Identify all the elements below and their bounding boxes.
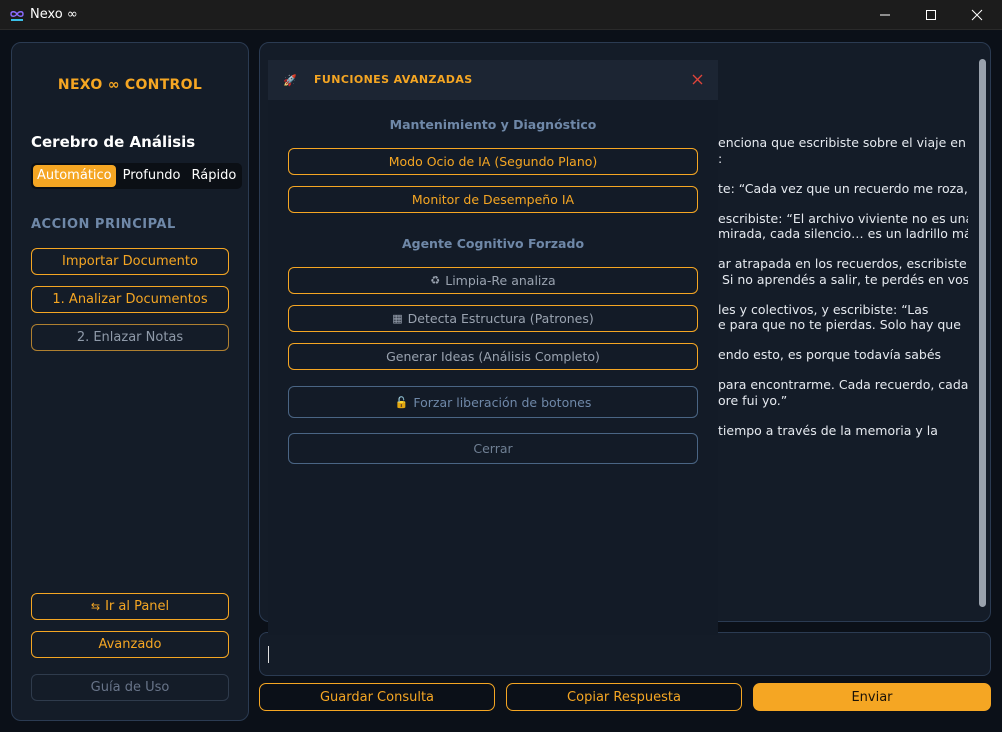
agent-heading: Agente Cognitivo Forzado xyxy=(401,236,585,251)
maximize-icon xyxy=(926,10,936,20)
advanced-button[interactable]: Avanzado xyxy=(31,631,229,658)
import-document-button[interactable]: Importar Documento xyxy=(31,248,229,275)
response-text: enciona que escribiste sobre el viaje en… xyxy=(718,135,968,453)
back-arrow-icon: ⇆ xyxy=(90,600,101,613)
maintenance-heading: Mantenimiento y Diagnóstico xyxy=(389,117,597,132)
minimize-icon xyxy=(880,14,890,16)
clean-reanalyze-button[interactable]: ♻ Limpia-Re analiza xyxy=(288,267,698,294)
close-icon[interactable] xyxy=(692,74,703,85)
response-line: escribiste: “El archivo viviente no es u… xyxy=(718,210,968,242)
mode-rapido[interactable]: Rápido xyxy=(188,165,241,187)
query-input[interactable] xyxy=(259,632,991,676)
response-scrollbar[interactable] xyxy=(979,59,986,607)
analyze-documents-button[interactable]: 1. Analizar Documentos xyxy=(31,286,229,313)
close-window-button[interactable] xyxy=(954,0,1000,30)
window-title: Nexo ∞ xyxy=(30,7,78,22)
minimize-button[interactable] xyxy=(862,0,908,30)
response-line: tiempo a través de la memoria y la xyxy=(718,422,938,438)
response-line: endo esto, es porque todavía sabés xyxy=(718,347,942,362)
mode-automatico[interactable]: Automático xyxy=(33,165,116,187)
copy-response-button[interactable]: Copiar Respuesta xyxy=(506,683,742,711)
force-release-label: Forzar liberación de botones xyxy=(413,394,592,410)
modal-title: FUNCIONES AVANZADAS xyxy=(314,73,473,86)
text-caret xyxy=(268,646,269,663)
force-release-button[interactable]: 🔓 Forzar liberación de botones xyxy=(288,386,698,418)
maximize-button[interactable] xyxy=(908,0,954,30)
user-guide-button[interactable]: Guía de Uso xyxy=(31,674,229,701)
unlock-icon: 🔓 xyxy=(394,395,409,409)
response-line: te: “Cada vez que un recuerdo me roza, xyxy=(718,180,968,196)
detect-structure-label: Detecta Estructura (Patrones) xyxy=(407,311,594,326)
sidebar: NEXO ∞ CONTROL Cerebro de Análisis Autom… xyxy=(11,42,249,721)
advanced-functions-modal: 🚀 FUNCIONES AVANZADAS Mantenimiento y Di… xyxy=(268,60,718,635)
chart-icon: ▦ xyxy=(392,312,403,325)
recycle-icon: ♻ xyxy=(430,274,441,287)
mode-profundo[interactable]: Profundo xyxy=(119,165,185,187)
rocket-icon: 🚀 xyxy=(283,74,297,87)
go-to-panel-label: Ir al Panel xyxy=(105,599,170,614)
analysis-heading: Cerebro de Análisis xyxy=(31,133,196,151)
save-query-button[interactable]: Guardar Consulta xyxy=(259,683,495,711)
app-logo-icon xyxy=(10,11,24,21)
response-line: para encontrarme. Cada recuerdo, cada or… xyxy=(718,377,968,408)
response-line: les y colectivos, y escribiste: “Las e p… xyxy=(718,301,961,333)
main-action-label: ACCION PRINCIPAL xyxy=(31,217,176,232)
idle-mode-button[interactable]: Modo Ocio de IA (Segundo Plano) xyxy=(288,148,698,175)
modal-header: 🚀 FUNCIONES AVANZADAS xyxy=(268,60,718,100)
send-button[interactable]: Enviar xyxy=(753,683,991,711)
close-modal-button[interactable]: Cerrar xyxy=(288,433,698,464)
close-icon xyxy=(971,9,983,21)
performance-monitor-button[interactable]: Monitor de Desempeño IA xyxy=(288,186,698,213)
title-bar: Nexo ∞ xyxy=(0,0,1002,30)
analysis-mode-selector: Automático Profundo Rápido xyxy=(31,163,243,189)
response-line: enciona que escribiste sobre el viaje en… xyxy=(718,135,966,166)
link-notes-button[interactable]: 2. Enlazar Notas xyxy=(31,324,229,351)
clean-reanalyze-label: Limpia-Re analiza xyxy=(445,273,556,288)
detect-structure-button[interactable]: ▦ Detecta Estructura (Patrones) xyxy=(288,305,698,332)
go-to-panel-button[interactable]: ⇆ Ir al Panel xyxy=(31,593,229,620)
generate-ideas-button[interactable]: Generar Ideas (Análisis Completo) xyxy=(288,343,698,370)
brand-title: NEXO ∞ CONTROL xyxy=(57,77,203,93)
response-line: ar atrapada en los recuerdos, escribiste… xyxy=(718,256,968,287)
